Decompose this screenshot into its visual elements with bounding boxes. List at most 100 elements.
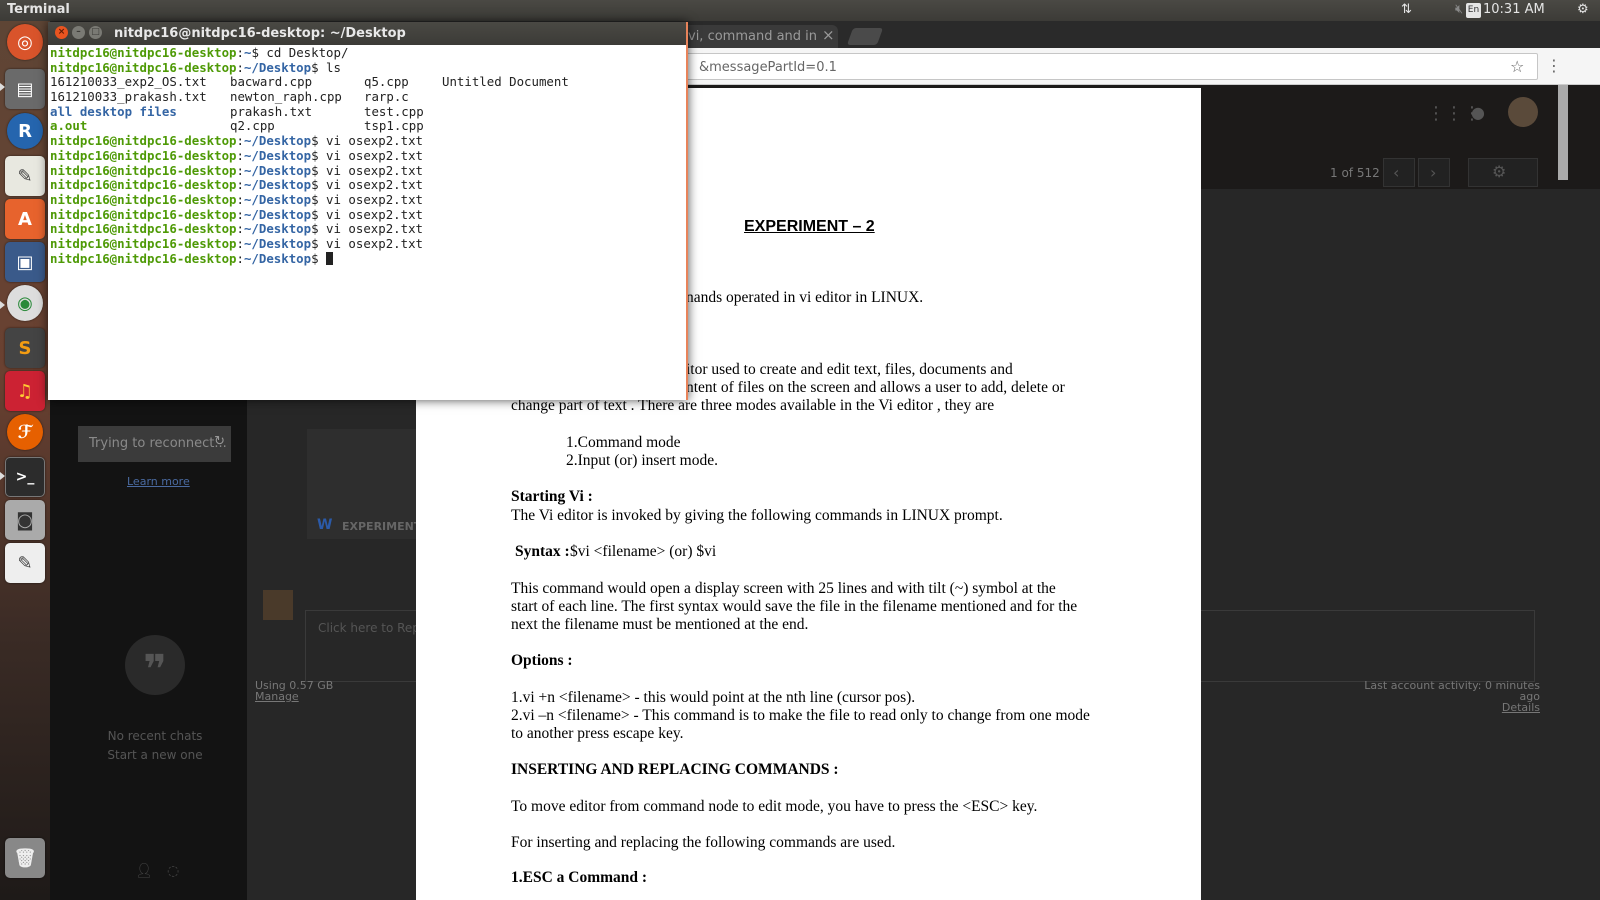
notes-icon[interactable]: ✎: [5, 543, 45, 583]
keyboard-layout-indicator[interactable]: En: [1466, 3, 1481, 18]
chrome-icon[interactable]: ◉: [7, 285, 43, 321]
terminal-line: nitdpc16@nitdpc16-desktop:~$ cd Desktop/: [50, 45, 349, 60]
sublime-icon[interactable]: S: [5, 328, 45, 368]
terminal-line: nitdpc16@nitdpc16-desktop:~/Desktop$ vi …: [50, 191, 424, 207]
prompt-path: ~/Desktop: [243, 250, 312, 266]
audio-icon[interactable]: ♫: [5, 371, 45, 411]
hangouts-icon[interactable]: ◌: [167, 863, 179, 879]
command-text: vi osexp2.txt: [318, 206, 424, 222]
trash-icon[interactable]: 🗑︎: [5, 838, 45, 878]
tab-close-icon[interactable]: ×: [822, 26, 835, 44]
ls-entry: rarp.c: [364, 89, 409, 105]
ls-entry: test.cpp: [364, 103, 424, 119]
no-recent-chats: No recent chats Start a new one: [80, 727, 230, 765]
terminal-icon[interactable]: >_: [5, 457, 45, 497]
ls-row: 161210033_exp2_OS.txt bacward.cpp q5.cpp Un…: [50, 75, 686, 90]
last-activity-text: Last account activity: 0 minutes ago: [1364, 679, 1540, 703]
text-editor-icon[interactable]: ✎: [5, 156, 45, 196]
prompt-user: nitdpc16@nitdpc16-desktop: [50, 235, 237, 251]
text-cursor: [326, 251, 334, 265]
terminal-window[interactable]: × – □ nitdpc16@nitdpc16-desktop: ~/Deskt…: [48, 22, 688, 400]
minimize-button[interactable]: –: [72, 26, 85, 39]
doc-line: 2.vi –n <filename> - This command is to …: [511, 707, 1090, 724]
gear-icon: ⚙: [1492, 162, 1507, 181]
command-text: vi osexp2.txt: [318, 191, 424, 207]
word-doc-icon: W: [317, 517, 333, 533]
doc-line: 1.vi +n <filename> - this would point at…: [511, 689, 916, 706]
bookmark-star-icon[interactable]: ☆: [1510, 57, 1524, 76]
ls-row: all desktop files prakash.txt test.cpp: [50, 103, 686, 120]
ls-entry: Untitled Document: [442, 74, 569, 90]
doc-line: itor used to create and edit text, files…: [686, 361, 1013, 378]
reply-placeholder: Click here to Rep: [318, 621, 420, 635]
prompt-user: nitdpc16@nitdpc16-desktop: [50, 162, 237, 178]
manage-link[interactable]: Manage: [255, 691, 333, 702]
ls-entry: prakash.txt: [230, 103, 313, 119]
maximize-button[interactable]: □: [89, 26, 102, 39]
details-link[interactable]: Details: [1350, 702, 1540, 713]
ubuntu-dash-icon[interactable]: ◎: [7, 24, 43, 60]
tab-title: vi, command and in: [688, 29, 818, 44]
gear-icon[interactable]: ⚙: [1577, 2, 1589, 17]
address-text: &messagePartId=0.1: [699, 60, 837, 75]
prompt-user: nitdpc16@nitdpc16-desktop: [50, 133, 237, 149]
doc-heading: EXPERIMENT – 2: [744, 218, 875, 235]
doc-line: to another press escape key.: [511, 725, 684, 742]
remote-desktop-icon[interactable]: ▣: [5, 242, 45, 282]
active-app-title: Terminal: [7, 2, 70, 17]
terminal-line: nitdpc16@nitdpc16-desktop:~/Desktop$ vi …: [50, 206, 424, 222]
hangouts-quote-icon: ❞: [125, 635, 185, 695]
doc-line: start of each line. The first syntax wou…: [511, 598, 1078, 615]
prompt-user: nitdpc16@nitdpc16-desktop: [50, 221, 237, 237]
close-button[interactable]: ×: [55, 26, 68, 39]
person-icon[interactable]: 👤︎: [135, 863, 153, 879]
prompt-user: nitdpc16@nitdpc16-desktop: [50, 250, 237, 266]
browser-tab[interactable]: vi, command and in: [678, 25, 838, 48]
reconnect-banner: Trying to reconnect... ↻: [78, 426, 231, 462]
prompt-user: nitdpc16@nitdpc16-desktop: [50, 45, 237, 60]
doc-line: ntent of files on the screen and allows …: [686, 379, 1065, 396]
software-center-icon[interactable]: A: [5, 199, 45, 239]
ls-row: a.out q2.cpp tsp1.cpp: [50, 119, 686, 134]
doc-subheading: Starting Vi :: [511, 488, 593, 505]
r-icon[interactable]: R: [7, 113, 43, 149]
camera-icon[interactable]: ◙: [5, 500, 45, 540]
start-new-link[interactable]: Start a new one: [80, 746, 230, 765]
doc-line: next the filename must be mentioned at t…: [511, 616, 809, 633]
doc-subheading: Options :: [511, 652, 573, 669]
terminal-line: nitdpc16@nitdpc16-desktop:~/Desktop$ vi …: [50, 147, 424, 163]
doc-line: 2.Input (or) insert mode.: [566, 452, 718, 469]
ls-entry: newton_raph.cpp: [230, 89, 342, 105]
refresh-icon[interactable]: ↻: [214, 434, 225, 449]
volume-muted-icon[interactable]: 🔇︎: [1455, 2, 1463, 17]
new-tab-button[interactable]: [846, 28, 884, 45]
notifications-icon[interactable]: ●: [1471, 103, 1485, 122]
reconnect-text: Trying to reconnect...: [89, 436, 227, 451]
doc-line: nands operated in vi editor in LINUX.: [686, 289, 924, 306]
doc-subheading: Syntax :: [515, 543, 570, 560]
command-text: cd Desktop/: [258, 45, 349, 60]
avatar[interactable]: [1508, 97, 1538, 127]
terminal-titlebar[interactable]: × – □ nitdpc16@nitdpc16-desktop: ~/Deskt…: [48, 22, 686, 45]
doc-line: For inserting and replacing the followin…: [511, 834, 896, 851]
files-icon[interactable]: ▤: [5, 69, 45, 109]
prompt-path: ~/Desktop: [243, 162, 312, 178]
menu-icon[interactable]: ⋮: [1546, 56, 1562, 75]
ls-row: 161210033_prakash.txt newton_raph.cpp rarp…: [50, 89, 686, 105]
scrollbar[interactable]: [1558, 85, 1568, 180]
prompt-user: nitdpc16@nitdpc16-desktop: [50, 177, 237, 193]
prompt-path: ~/Desktop: [243, 59, 312, 75]
ls-entry-executable: a.out: [50, 118, 88, 134]
chevron-right-icon: ›: [1430, 163, 1437, 182]
command-text: vi osexp2.txt: [318, 221, 424, 237]
terminal-title: nitdpc16@nitdpc16-desktop: ~/Desktop: [114, 26, 406, 41]
doc-line: To move editor from command node to edit…: [511, 798, 1038, 815]
prompt-user: nitdpc16@nitdpc16-desktop: [50, 191, 237, 207]
doc-line: This command would open a display screen…: [511, 580, 1056, 597]
clock[interactable]: 10:31 AM: [1483, 2, 1545, 17]
terminal-output[interactable]: nitdpc16@nitdpc16-desktop:~$ cd Desktop/…: [50, 45, 686, 400]
learn-more-link[interactable]: Learn more: [127, 475, 190, 488]
top-panel: Terminal ⇅ En 🔇︎ 10:31 AM ⚙: [0, 0, 1600, 21]
firefox-icon[interactable]: ℱ: [7, 414, 43, 450]
network-icon[interactable]: ⇅: [1401, 2, 1412, 17]
